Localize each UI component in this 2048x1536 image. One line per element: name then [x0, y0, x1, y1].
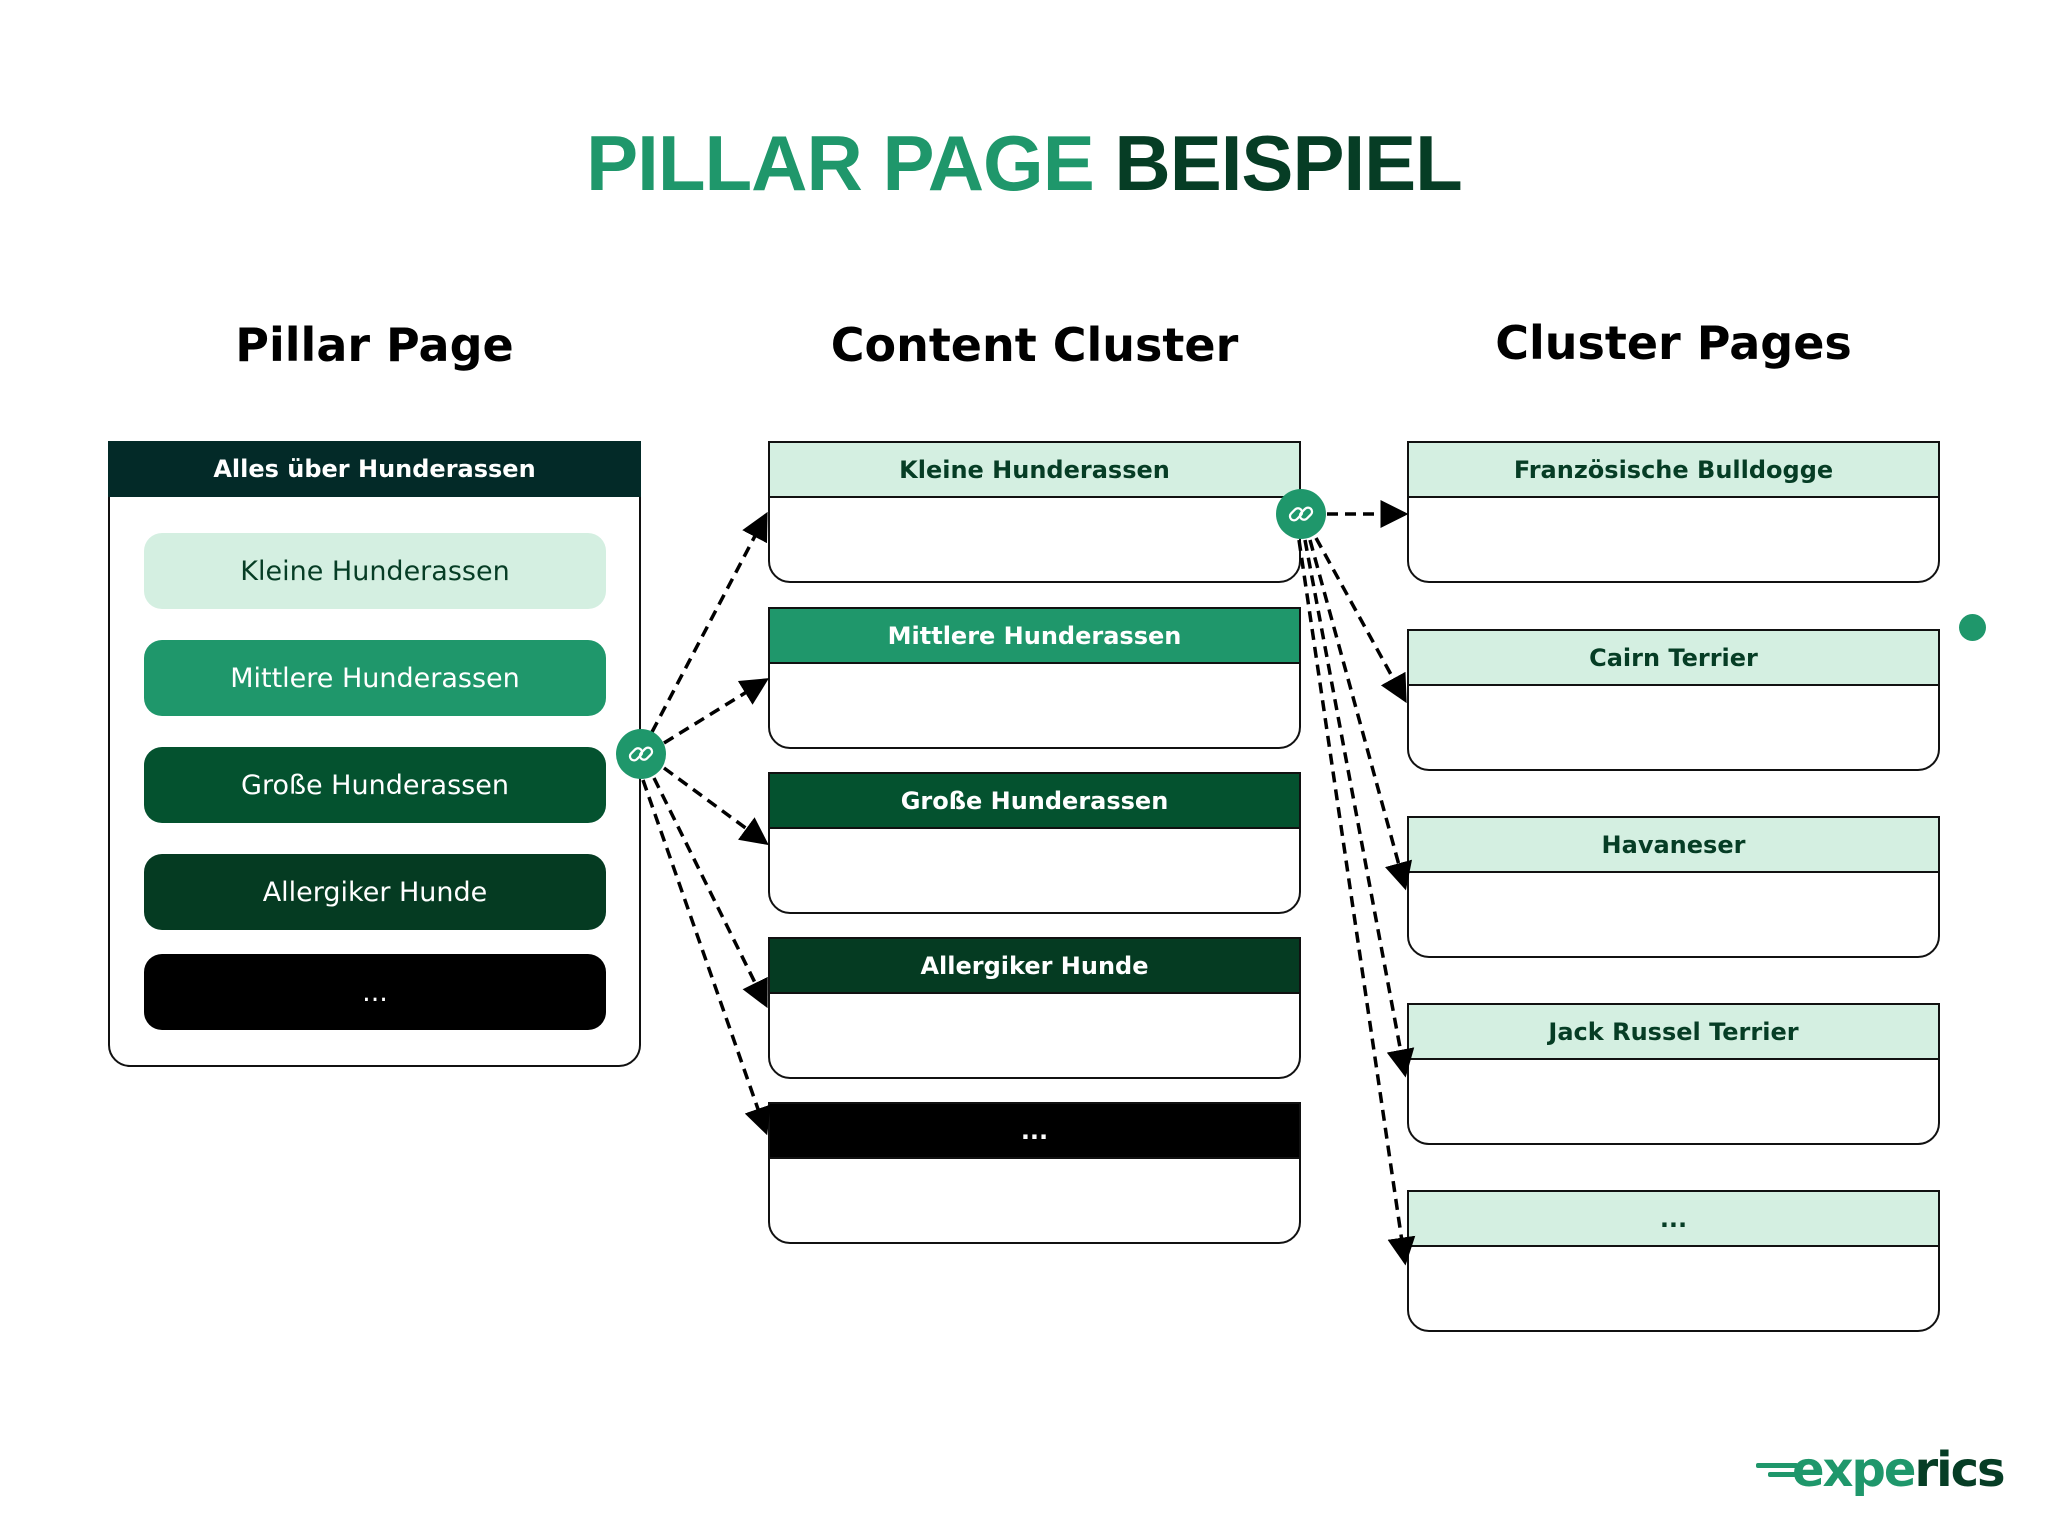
- pillar-item-label: ...: [362, 976, 388, 1008]
- speed-lines-icon: [1756, 1457, 1798, 1483]
- cluster-page-header: Havaneser: [1407, 816, 1940, 873]
- cluster-page-card[interactable]: Französische Bulldogge: [1407, 441, 1940, 583]
- pillar-page-card: Alles über Hunderassen Kleine Hunderasse…: [108, 441, 641, 1067]
- cluster-page-card[interactable]: Cairn Terrier: [1407, 629, 1940, 771]
- link-chain-icon: [628, 746, 654, 762]
- cluster-card-header: Allergiker Hunde: [768, 937, 1301, 994]
- column-heading-cluster: Content Cluster: [830, 318, 1239, 372]
- cluster-card-header: Große Hunderassen: [768, 772, 1301, 829]
- pillar-page-header: Alles über Hunderassen: [108, 441, 641, 497]
- arrow-cluster-to-page: [1303, 539, 1415, 1078]
- pillar-item[interactable]: Allergiker Hunde: [144, 854, 606, 930]
- column-heading-pillar: Pillar Page: [235, 318, 514, 372]
- page-title: PILLAR PAGE BEISPIEL: [0, 118, 2048, 209]
- cluster-card-header: Mittlere Hunderassen: [768, 607, 1301, 664]
- arrow-cluster-to-page: [1308, 539, 1413, 891]
- cluster-page-header: Cairn Terrier: [1407, 629, 1940, 686]
- cluster-page-card[interactable]: Jack Russel Terrier: [1407, 1003, 1940, 1145]
- logo-part-2: rics: [1914, 1442, 2005, 1498]
- cluster-card[interactable]: Mittlere Hunderassen: [768, 607, 1301, 749]
- pillar-item-label: Mittlere Hunderassen: [230, 662, 520, 694]
- cluster-card[interactable]: ...: [768, 1102, 1301, 1244]
- link-chain-icon: [1288, 506, 1314, 522]
- pillar-item[interactable]: Große Hunderassen: [144, 747, 606, 823]
- cluster-card[interactable]: Große Hunderassen: [768, 772, 1301, 914]
- arrow-pillar-to-cluster: [641, 779, 772, 1136]
- arrow-pillar-to-cluster: [662, 766, 769, 846]
- cluster-page-card[interactable]: ...: [1407, 1190, 1940, 1332]
- arrow-pillar-to-cluster: [650, 511, 768, 733]
- arrow-pillar-to-cluster: [663, 678, 769, 745]
- pillar-item-label: Große Hunderassen: [241, 769, 509, 801]
- arrow-cluster-to-page: [1297, 539, 1416, 1266]
- pillar-item[interactable]: Mittlere Hunderassen: [144, 640, 606, 716]
- experics-logo: expe rics: [1756, 1440, 2006, 1500]
- cluster-page-header: Jack Russel Terrier: [1407, 1003, 1940, 1060]
- logo-part-1: expe: [1792, 1442, 1916, 1498]
- pillar-item[interactable]: Kleine Hunderassen: [144, 533, 606, 609]
- cluster-page-header: ...: [1407, 1190, 1940, 1247]
- title-highlight: PILLAR PAGE: [586, 119, 1095, 207]
- pillar-link-badge[interactable]: [616, 729, 666, 779]
- cluster-page-header: Französische Bulldogge: [1407, 441, 1940, 498]
- cluster-card-header: ...: [768, 1102, 1301, 1159]
- column-heading-pages: Cluster Pages: [1495, 316, 1852, 370]
- cluster-page-card[interactable]: Havaneser: [1407, 816, 1940, 958]
- arrow-cluster-to-page: [1314, 537, 1407, 704]
- decorative-dot: [1959, 614, 1986, 641]
- cluster-card-header: Kleine Hunderassen: [768, 441, 1301, 498]
- cluster-card[interactable]: Kleine Hunderassen: [768, 441, 1301, 583]
- pillar-item[interactable]: ...: [144, 954, 606, 1030]
- cluster-card[interactable]: Allergiker Hunde: [768, 937, 1301, 1079]
- pillar-item-label: Allergiker Hunde: [262, 876, 488, 908]
- title-rest: BEISPIEL: [1114, 119, 1462, 207]
- arrow-pillar-to-cluster: [652, 777, 768, 1009]
- cluster-link-badge[interactable]: [1276, 489, 1326, 539]
- pillar-item-label: Kleine Hunderassen: [240, 555, 510, 587]
